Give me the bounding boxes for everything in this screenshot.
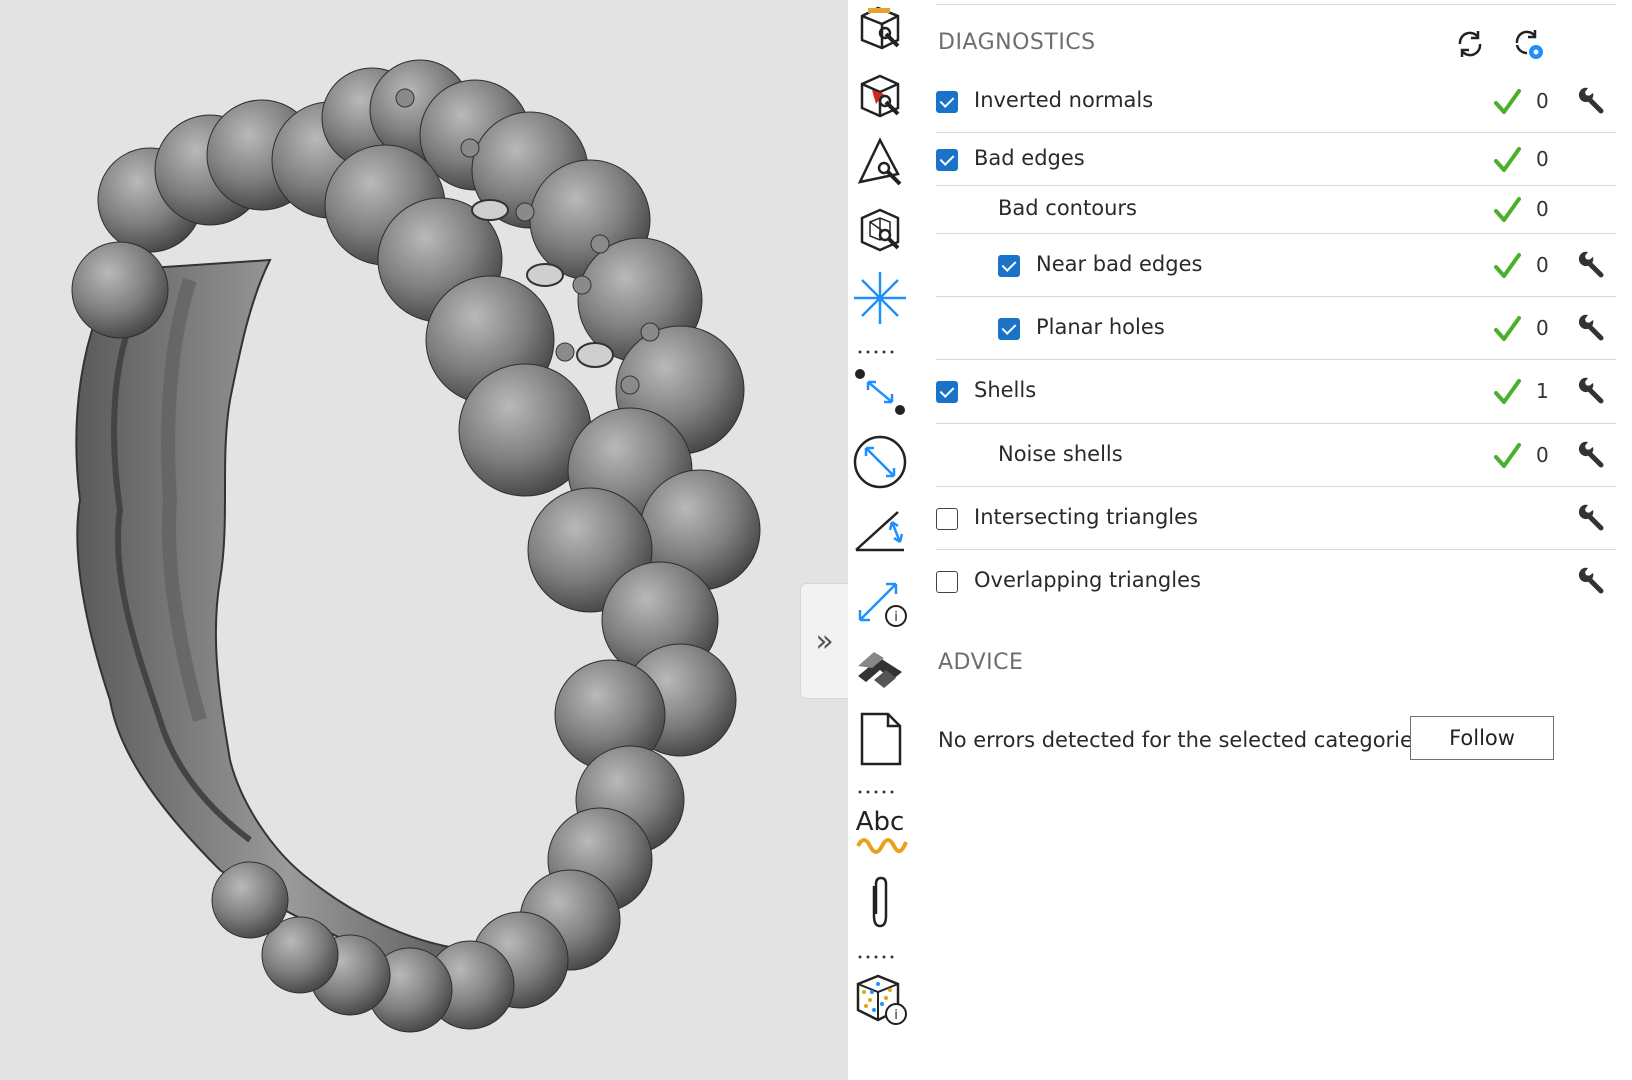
paperclip-icon[interactable] (852, 874, 908, 930)
vertical-toolbar: i Abc i (848, 0, 912, 1080)
svg-text:Abc: Abc (856, 807, 905, 837)
row-label: Planar holes (1036, 315, 1165, 339)
diagnostic-row-overlapping-triangles: Overlapping triangles (936, 550, 1616, 613)
green-check-icon (1494, 147, 1521, 172)
green-check-icon (1494, 316, 1521, 341)
diagnostic-row-bad-edges: Bad edges 0 (936, 133, 1616, 186)
follow-button[interactable]: Follow (1410, 716, 1554, 760)
document-icon[interactable] (852, 710, 908, 766)
green-check-icon (1494, 379, 1521, 404)
error-count: 0 (1536, 253, 1549, 277)
error-count: 0 (1536, 89, 1549, 113)
row-label: Intersecting triangles (974, 505, 1198, 529)
box-wrench-icon[interactable] (852, 0, 908, 56)
checkbox-shells[interactable] (936, 381, 958, 403)
row-label: Inverted normals (974, 88, 1154, 112)
checkbox-near-bad-edges[interactable] (998, 255, 1020, 277)
error-count: 1 (1536, 379, 1549, 403)
text-wave-icon[interactable]: Abc (852, 800, 908, 856)
collapse-panel-button[interactable]: » (800, 583, 848, 699)
diagnostic-row-inverted-normals: Inverted normals 0 (936, 70, 1616, 133)
wrench-icon[interactable] (1576, 250, 1604, 278)
refresh-settings-icon[interactable] (1510, 26, 1546, 62)
row-label: Overlapping triangles (974, 568, 1201, 592)
point-distance-icon[interactable] (852, 364, 908, 420)
stack-icon[interactable] (852, 640, 908, 696)
checkbox-overlapping-triangles[interactable] (936, 571, 958, 593)
error-count: 0 (1536, 147, 1549, 171)
wrench-icon[interactable] (1576, 440, 1604, 468)
diagnostic-row-shells: Shells 1 (936, 360, 1616, 424)
row-label: Shells (974, 378, 1037, 402)
double-chevron-icon: » (815, 623, 834, 659)
svg-text:i: i (894, 1008, 898, 1023)
diagnostic-row-noise-shells: Noise shells 0 (936, 424, 1616, 487)
wrench-icon[interactable] (1576, 503, 1604, 531)
diagnostic-row-planar-holes: Planar holes 0 (936, 297, 1616, 360)
triangle-wrench-icon[interactable] (852, 134, 908, 190)
checkbox-inverted-normals[interactable] (936, 91, 958, 113)
advice-title: ADVICE (938, 650, 1024, 675)
ring-model[interactable] (0, 0, 848, 1080)
wireframe-cube-wrench-icon[interactable] (852, 202, 908, 258)
3d-viewport[interactable]: » (0, 0, 848, 1080)
row-label: Bad edges (974, 146, 1085, 170)
measure-info-icon[interactable]: i (852, 572, 908, 628)
cube-info-icon[interactable]: i (852, 970, 908, 1026)
checkbox-bad-edges[interactable] (936, 149, 958, 171)
diagnostic-row-bad-contours: Bad contours 0 (936, 186, 1616, 234)
wrench-icon[interactable] (1576, 376, 1604, 404)
green-check-icon (1494, 89, 1521, 114)
diagnostics-panel: DIAGNOSTICS Inverted normals 0 Bad edges 0 B… (912, 0, 1632, 1080)
green-check-icon (1494, 443, 1521, 468)
wrench-icon[interactable] (1576, 566, 1604, 594)
error-count: 0 (1536, 197, 1549, 221)
error-count: 0 (1536, 316, 1549, 340)
refresh-icon[interactable] (1452, 26, 1488, 62)
svg-text:i: i (894, 610, 898, 625)
diameter-measure-icon[interactable] (852, 434, 908, 490)
row-label: Bad contours (998, 196, 1137, 220)
wrench-icon[interactable] (1576, 86, 1604, 114)
green-check-icon (1494, 253, 1521, 278)
checkbox-intersecting-triangles[interactable] (936, 508, 958, 530)
divider (936, 4, 1616, 5)
cube-red-face-icon[interactable] (852, 68, 908, 124)
angle-measure-icon[interactable] (852, 502, 908, 558)
row-label: Noise shells (998, 442, 1123, 466)
diagnostic-row-intersecting-triangles: Intersecting triangles (936, 487, 1616, 550)
diagnostics-title: DIAGNOSTICS (938, 30, 1096, 55)
row-label: Near bad edges (1036, 252, 1203, 276)
green-check-icon (1494, 197, 1521, 222)
star-burst-icon[interactable] (852, 270, 908, 326)
error-count: 0 (1536, 443, 1549, 467)
wrench-icon[interactable] (1576, 313, 1604, 341)
diagnostic-row-near-bad-edges: Near bad edges 0 (936, 234, 1616, 297)
advice-message: No errors detected for the selected cate… (938, 728, 1431, 752)
checkbox-planar-holes[interactable] (998, 318, 1020, 340)
